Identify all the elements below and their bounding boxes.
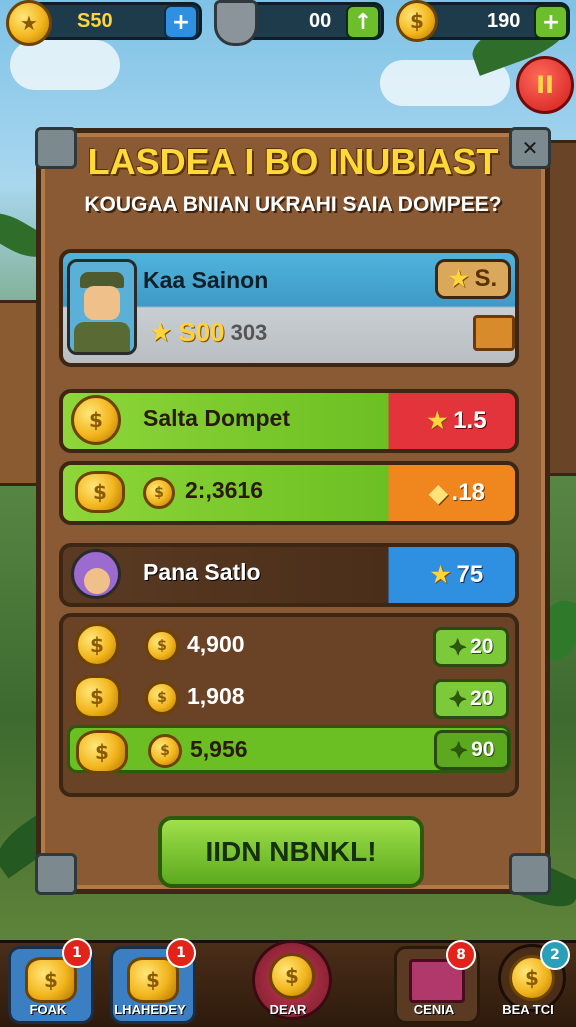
- wallet-label: Salta Dompet: [143, 405, 290, 431]
- profile-coins-sub: 303: [230, 319, 268, 345]
- coin-icon: $: [75, 623, 119, 667]
- profile-star-badge: ★ S.: [435, 259, 511, 299]
- panel-title: LASDEA I BO INUBIAST: [87, 141, 499, 182]
- avatar: [71, 549, 121, 599]
- notification-badge: 1: [62, 938, 92, 968]
- nav-item-label: DEAR: [269, 1002, 307, 1017]
- list-item-value: 5,956: [190, 736, 248, 762]
- coin-icon: $: [145, 681, 179, 715]
- player-badge: ★ 75: [409, 555, 505, 595]
- gem-icon: ◆: [429, 479, 448, 507]
- add-gems-button[interactable]: +: [534, 5, 568, 39]
- player-name: Pana Satlo: [143, 559, 261, 585]
- star-icon: ★: [427, 408, 448, 433]
- profile-coins: ★ S00 303: [149, 317, 267, 348]
- list-item-value: 1,908: [187, 683, 245, 709]
- wallet-badge: ★ 1.5: [409, 401, 505, 441]
- shield-value: 00: [309, 9, 332, 32]
- panel-corner-bolt: [509, 853, 551, 895]
- coin-list: $ $ 4,900 ✦ 20 $ $ 1,908 ✦ 20 $ $ 5,956 …: [59, 613, 519, 797]
- list-item-badge-value: 20: [470, 687, 494, 710]
- notification-badge: 8: [446, 940, 476, 970]
- nav-item-label: CENIA: [413, 1002, 455, 1017]
- plus-icon: ✦: [448, 635, 467, 659]
- coin-stack-icon: $: [75, 471, 125, 513]
- cloud: [10, 40, 120, 90]
- list-item-badge: ✦ 20: [433, 627, 509, 667]
- wallet-row[interactable]: $ Salta Dompet ★ 1.5: [59, 389, 519, 453]
- list-item-badge-value: 90: [471, 738, 495, 761]
- nav-item-label: LHAHEDEY: [114, 1002, 186, 1017]
- gems-value: 190: [487, 9, 521, 32]
- star-icon: ★: [448, 266, 469, 291]
- profile-coins-main: S00: [178, 317, 225, 347]
- coin-icon: ★: [6, 0, 52, 46]
- shield-icon: [214, 0, 258, 46]
- action-button[interactable]: IIDN NBNKL!: [158, 816, 424, 888]
- plus-icon: ✦: [449, 738, 468, 762]
- notification-badge: 2: [540, 940, 570, 970]
- list-item-badge: ✦ 20: [433, 679, 509, 719]
- panel-subtitle: KOUGAA BNIAN UKRAHI SAIA DOMPEE?: [84, 193, 502, 216]
- exchange-row[interactable]: $ $ 2:,3616 ◆ .18: [59, 461, 519, 525]
- player-badge-value: 75: [456, 561, 484, 588]
- panel-corner-bolt: [35, 853, 77, 895]
- list-item[interactable]: $ $ 5,956 ✦ 90: [67, 725, 511, 774]
- shield-up-button[interactable]: ↑: [346, 5, 380, 39]
- coin-icon: $: [71, 395, 121, 445]
- coin-icon: $: [145, 629, 179, 663]
- star-icon: ★: [430, 562, 451, 587]
- exchange-badge: ◆ .18: [409, 473, 505, 513]
- plus-icon: ✦: [448, 687, 467, 711]
- profile-star-value: S.: [474, 265, 498, 292]
- pause-button[interactable]: II: [516, 56, 574, 114]
- coin-stack-icon: $: [76, 730, 128, 774]
- profile-name: Kaa Sainon: [143, 267, 269, 293]
- add-coins-button[interactable]: +: [164, 5, 198, 39]
- wallet-badge-value: 1.5: [453, 407, 487, 434]
- coin-icon: $: [148, 734, 182, 768]
- coin-stack-icon: $: [269, 953, 315, 999]
- coins-value: S50: [77, 9, 113, 32]
- list-item-badge-value: 20: [470, 635, 494, 658]
- list-item[interactable]: $ $ 1,908 ✦ 20: [63, 673, 515, 721]
- star-icon: ★: [149, 317, 173, 348]
- exchange-value: 2:,3616: [185, 477, 264, 503]
- treasure-chest-icon[interactable]: [473, 315, 515, 351]
- list-item-badge: ✦ 90: [434, 730, 510, 770]
- list-item-value: 4,900: [187, 631, 245, 657]
- wallet-panel: ✕ LASDEA I BO INUBIAST KOUGAA BNIAN UKRA…: [35, 127, 551, 895]
- notification-badge: 1: [166, 938, 196, 968]
- profile-card: Kaa Sainon ★ S. ★ S00 303: [59, 249, 519, 367]
- coin-stack-icon: $: [396, 0, 438, 42]
- coin-stack-icon: $: [73, 675, 121, 719]
- coin-icon: $: [143, 477, 175, 509]
- player-row[interactable]: Pana Satlo ★ 75: [59, 543, 519, 607]
- nav-item-label: BEA TCI: [502, 1002, 554, 1017]
- avatar: [67, 259, 137, 355]
- list-item[interactable]: $ $ 4,900 ✦ 20: [63, 621, 515, 669]
- nav-item-label: FOAK: [29, 1002, 67, 1017]
- exchange-badge-value: .18: [451, 479, 485, 506]
